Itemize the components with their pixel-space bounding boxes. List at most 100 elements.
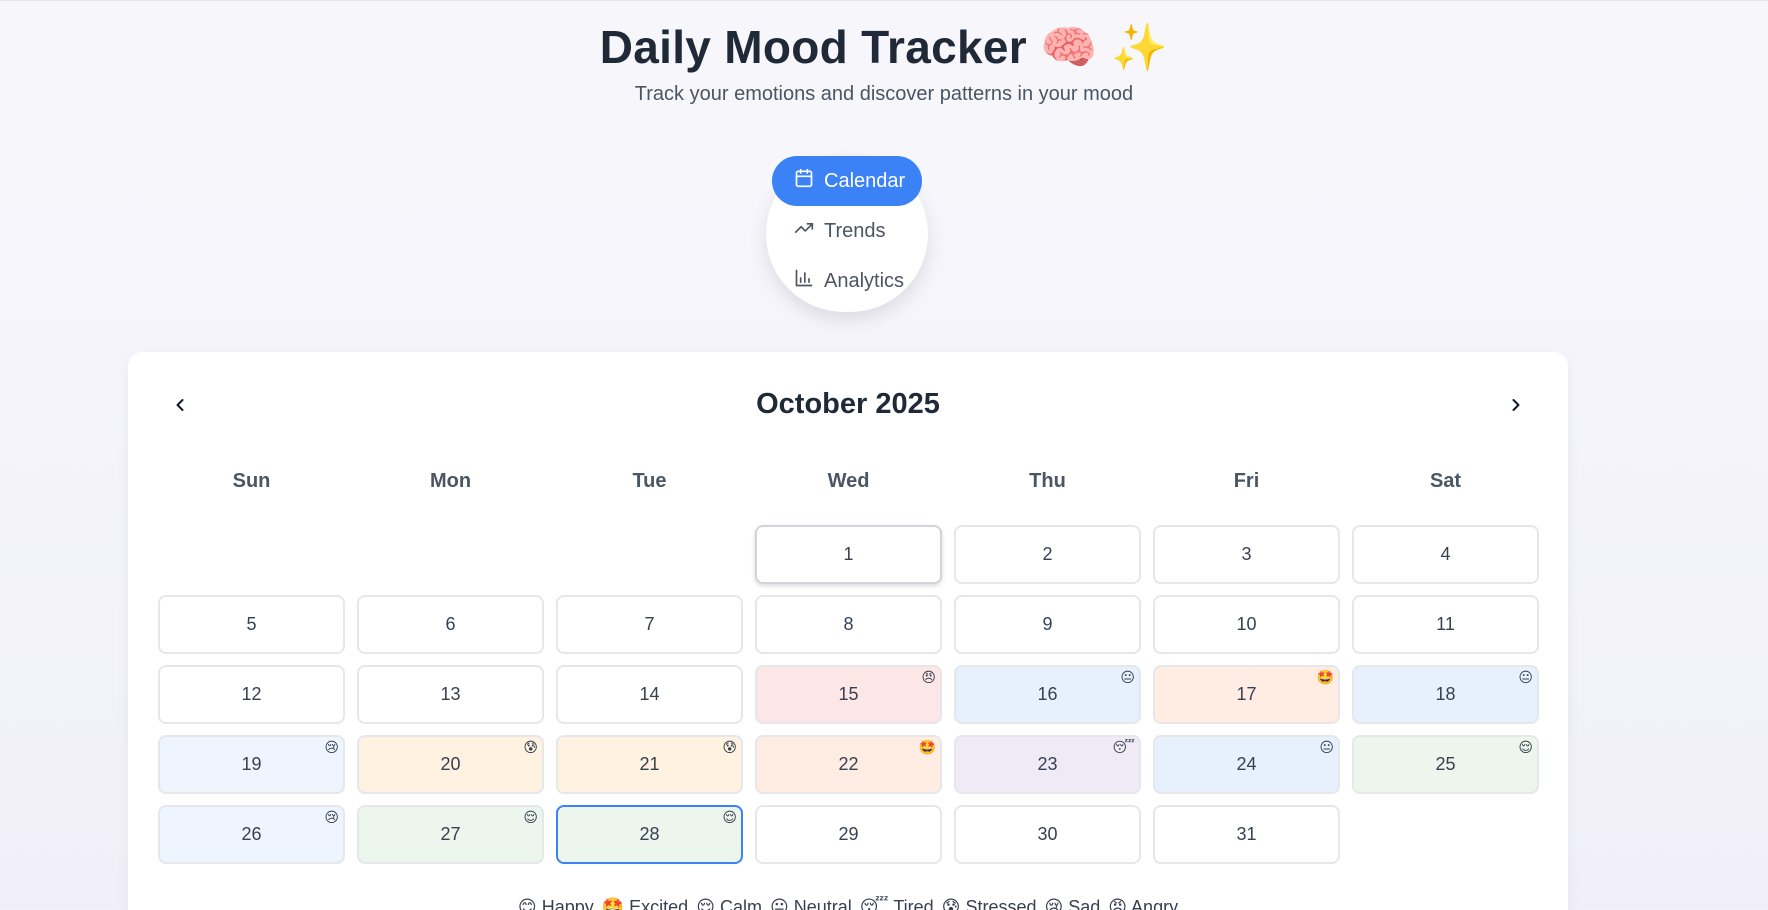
calendar-day[interactable]: 22 🤩 bbox=[755, 735, 942, 794]
tab-trends[interactable]: Trends bbox=[772, 206, 922, 256]
calendar-day[interactable]: 31 bbox=[1153, 805, 1340, 864]
mood-calm-icon: 😌 bbox=[722, 809, 737, 825]
tab-analytics[interactable]: Analytics bbox=[772, 256, 922, 306]
day-number: 27 bbox=[440, 824, 461, 844]
header: Daily Mood Tracker 🧠 ✨ Track your emotio… bbox=[0, 19, 1768, 106]
legend-label: Tired bbox=[888, 897, 934, 910]
day-number: 14 bbox=[639, 684, 660, 704]
calendar-day[interactable]: 21 😰 bbox=[556, 735, 743, 794]
calendar-day[interactable]: 9 bbox=[954, 595, 1141, 654]
mood-calm-icon: 😌 bbox=[523, 809, 538, 825]
mood-neutral-icon: 😐 bbox=[769, 897, 789, 910]
mood-neutral-icon: 😐 bbox=[1319, 739, 1334, 755]
day-number: 18 bbox=[1435, 684, 1456, 704]
calendar-day[interactable]: 23 😴 bbox=[954, 735, 1141, 794]
day-number: 25 bbox=[1435, 754, 1456, 774]
calendar-day[interactable]: 28 😌 bbox=[556, 805, 743, 864]
calendar-day[interactable]: 14 bbox=[556, 665, 743, 724]
mood-sad-icon: 😢 bbox=[324, 739, 339, 755]
next-month-button[interactable] bbox=[1501, 390, 1531, 420]
calendar-day[interactable]: 17 🤩 bbox=[1153, 665, 1340, 724]
mood-neutral-icon: 😐 bbox=[1518, 669, 1533, 685]
month-title: October 2025 bbox=[756, 388, 940, 420]
mood-happy-icon: 😊 bbox=[517, 897, 537, 910]
day-number: 22 bbox=[838, 754, 859, 774]
day-number: 9 bbox=[1042, 614, 1053, 634]
calendar-day[interactable]: 27 😌 bbox=[357, 805, 544, 864]
day-number: 31 bbox=[1236, 824, 1257, 844]
calendar-day[interactable]: 30 bbox=[954, 805, 1141, 864]
calendar-day[interactable]: 11 bbox=[1352, 595, 1539, 654]
calendar-day[interactable]: 18 😐 bbox=[1352, 665, 1539, 724]
day-number: 7 bbox=[644, 614, 655, 634]
mood-sad-icon: 😢 bbox=[1044, 897, 1064, 910]
day-number: 20 bbox=[440, 754, 461, 774]
day-number: 6 bbox=[445, 614, 456, 634]
calendar-day[interactable]: 26 😢 bbox=[158, 805, 345, 864]
view-switcher: Calendar Trends Analytics bbox=[766, 156, 928, 312]
calendar-day[interactable]: 29 bbox=[755, 805, 942, 864]
day-number: 26 bbox=[241, 824, 262, 844]
mood-calm-icon: 😌 bbox=[1518, 739, 1533, 755]
weekday-label: Tue bbox=[632, 470, 667, 492]
calendar-day[interactable]: 24 😐 bbox=[1153, 735, 1340, 794]
calendar-day[interactable]: 19 😢 bbox=[158, 735, 345, 794]
legend-item-angry: 😠 Angry bbox=[1108, 897, 1178, 910]
legend-item-excited: 🤩 Excited bbox=[602, 897, 688, 910]
day-number: 28 bbox=[639, 824, 660, 844]
legend-label: Angry bbox=[1127, 897, 1179, 910]
legend-item-stressed: 😰 Stressed bbox=[942, 897, 1037, 910]
mood-excited-icon: 🤩 bbox=[918, 739, 936, 755]
calendar-day[interactable]: 4 bbox=[1352, 525, 1539, 584]
legend-item-tired: 😴 Tired bbox=[860, 897, 934, 910]
calendar-day[interactable]: 8 bbox=[755, 595, 942, 654]
day-number: 12 bbox=[241, 684, 262, 704]
calendar-day[interactable]: 20 😰 bbox=[357, 735, 544, 794]
page-title: Daily Mood Tracker 🧠 ✨ bbox=[599, 21, 1169, 73]
legend-label: Neutral bbox=[788, 897, 852, 910]
legend-item-calm: 😌 Calm bbox=[696, 897, 762, 910]
mood-sad-icon: 😢 bbox=[324, 809, 339, 825]
day-number: 8 bbox=[843, 614, 854, 634]
day-number: 5 bbox=[246, 614, 257, 634]
calendar-day[interactable]: 2 bbox=[954, 525, 1141, 584]
mood-tired-icon: 😴 bbox=[859, 897, 889, 910]
day-number: 30 bbox=[1037, 824, 1058, 844]
calendar-day[interactable]: 16 😐 bbox=[954, 665, 1141, 724]
calendar-day[interactable]: 7 bbox=[556, 595, 743, 654]
day-number: 29 bbox=[838, 824, 859, 844]
weekday-label: Wed bbox=[827, 470, 870, 492]
calendar-day[interactable]: 1 bbox=[755, 525, 942, 584]
weekday-label: Sun bbox=[232, 470, 271, 492]
legend-label: Happy bbox=[536, 897, 594, 910]
mood-angry-icon: 😠 bbox=[921, 669, 936, 685]
calendar-day[interactable]: 10 bbox=[1153, 595, 1340, 654]
legend-item-happy: 😊 Happy bbox=[518, 897, 594, 910]
calendar-day[interactable]: 25 😌 bbox=[1352, 735, 1539, 794]
day-number: 19 bbox=[241, 754, 262, 774]
day-number: 13 bbox=[440, 684, 461, 704]
calendar-day[interactable]: 3 bbox=[1153, 525, 1340, 584]
mood-stressed-icon: 😰 bbox=[941, 897, 961, 910]
day-number: 17 bbox=[1236, 684, 1257, 704]
weekday-label: Fri bbox=[1233, 470, 1260, 492]
calendar-day[interactable]: 15 😠 bbox=[755, 665, 942, 724]
tab-calendar[interactable]: Calendar bbox=[772, 156, 922, 206]
mood-excited-icon: 🤩 bbox=[601, 897, 625, 910]
trending-up-icon bbox=[794, 218, 814, 244]
mood-stressed-icon: 😰 bbox=[722, 739, 737, 755]
calendar-day[interactable]: 5 bbox=[158, 595, 345, 654]
legend-label: Sad bbox=[1063, 897, 1101, 910]
tab-label: Trends bbox=[824, 219, 886, 242]
calendar-card: October 2025 Sun Mon Tue Wed Thu Fri Sat 12345… bbox=[128, 352, 1568, 910]
calendar-day[interactable]: 12 bbox=[158, 665, 345, 724]
calendar-day[interactable]: 6 bbox=[357, 595, 544, 654]
calendar-icon bbox=[794, 168, 814, 194]
mood-stressed-icon: 😰 bbox=[523, 739, 538, 755]
day-number: 4 bbox=[1440, 544, 1451, 564]
mood-calm-icon: 😌 bbox=[696, 897, 715, 910]
calendar-day[interactable]: 13 bbox=[357, 665, 544, 724]
weekday-label: Mon bbox=[429, 470, 472, 492]
day-number: 3 bbox=[1241, 544, 1252, 564]
day-number: 23 bbox=[1037, 754, 1058, 774]
